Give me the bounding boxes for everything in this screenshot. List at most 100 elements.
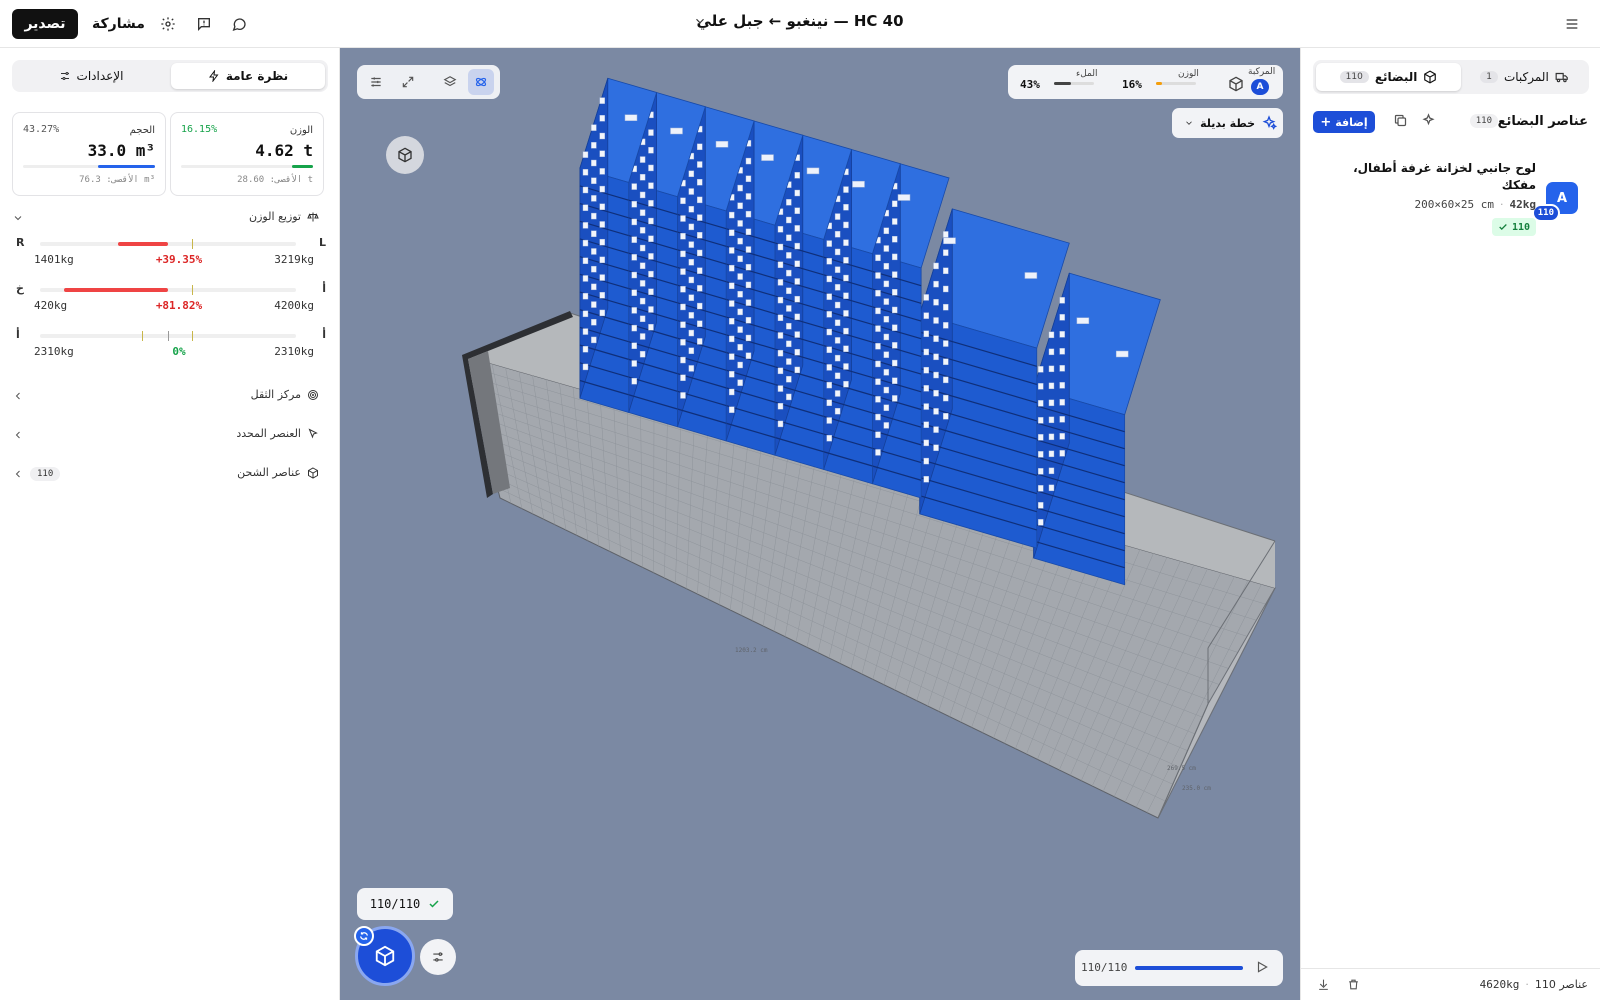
- feedback-icon[interactable]: [194, 14, 214, 34]
- export-button[interactable]: تصدير: [12, 9, 78, 39]
- cargo-label: [933, 371, 939, 379]
- playback-bar: 110/110: [1075, 950, 1283, 986]
- download-icon[interactable]: [1317, 978, 1330, 991]
- chevron-down-icon[interactable]: [12, 212, 24, 224]
- cargo-label: [737, 308, 743, 316]
- share-button[interactable]: مشاركة: [92, 9, 145, 39]
- tab-cargo[interactable]: 110 البضائع: [1316, 63, 1461, 91]
- cargo-label: [582, 204, 589, 211]
- weight-percent: 16.15%: [181, 124, 218, 135]
- weight-distribution-header[interactable]: توزيع الوزن: [249, 210, 319, 223]
- cargo-label: [843, 380, 849, 388]
- cargo-label: [875, 360, 881, 368]
- cargo-label: [826, 240, 832, 247]
- cargo-label: [737, 361, 743, 369]
- weight-label: الوزن: [1178, 69, 1199, 79]
- add-cargo-button[interactable]: + إضافة: [1313, 111, 1375, 133]
- cargo-label: [826, 381, 832, 389]
- chevron-left-icon[interactable]: [12, 429, 24, 441]
- cargo-label: [794, 278, 800, 285]
- container-scene[interactable]: 1203.2 cm 269.5 cm 235.0 cm: [340, 48, 1300, 1000]
- cargo-top-label: [670, 127, 683, 135]
- cargo-label: [648, 235, 654, 242]
- cargo-top-label: [1076, 317, 1090, 324]
- shipment-items-header[interactable]: عناصر الشحن: [237, 466, 319, 479]
- selected-item-header[interactable]: العنصر المحدد: [236, 427, 319, 440]
- cargo-list-item[interactable]: A 110 لوح جانبي لخزانة غرفة أطفال، مفكك …: [1313, 148, 1588, 248]
- cargo-label: [648, 164, 654, 172]
- cargo-label: [697, 161, 703, 168]
- cargo-weight: 42kg: [1509, 198, 1537, 211]
- cargo-label: [883, 316, 890, 323]
- cargo-label: [875, 378, 881, 385]
- refresh-icon[interactable]: [354, 926, 374, 946]
- cargo-label: [777, 349, 784, 357]
- alternative-plan-button[interactable]: خطة بديلة: [1172, 108, 1283, 138]
- cargo-label: [777, 385, 784, 392]
- right-tabs: 1 المركبات 110 البضائع: [1313, 60, 1589, 94]
- cargo-label: [1038, 502, 1044, 509]
- cargo-label: [923, 385, 929, 392]
- volume-percent: 43.27%: [23, 124, 60, 135]
- page-title[interactable]: نينغبو ← جبل علي — HC 40: [696, 12, 903, 30]
- cargo-label: [680, 356, 686, 364]
- cargo-label: [697, 320, 703, 327]
- cargo-label: [1059, 297, 1065, 304]
- 3d-viewport[interactable]: 1203.2 cm 269.5 cm 235.0 cm 43% الملء 16…: [340, 48, 1300, 1000]
- sparkles-icon[interactable]: [1421, 113, 1436, 128]
- cargo-label: [943, 394, 949, 402]
- cargo-label: [883, 369, 890, 376]
- comment-icon[interactable]: [229, 14, 249, 34]
- gear-icon[interactable]: [158, 14, 178, 34]
- chevron-left-icon[interactable]: [12, 468, 24, 480]
- cargo-label: [729, 282, 735, 290]
- layers-icon[interactable]: [437, 69, 463, 95]
- cargo-label: [688, 170, 695, 178]
- cargo-label: [883, 386, 890, 394]
- cargo-label: [582, 222, 589, 229]
- cargo-label: [1059, 365, 1065, 372]
- cargo-label: [639, 227, 646, 234]
- tab-settings[interactable]: الإعدادات: [15, 63, 167, 89]
- separator: ·: [1525, 978, 1529, 991]
- cargo-label: [875, 254, 881, 262]
- cargo-label: [1038, 485, 1044, 492]
- trash-icon[interactable]: [1347, 978, 1360, 991]
- vehicle-badge[interactable]: A: [1251, 79, 1269, 95]
- cargo-label: [745, 281, 752, 289]
- tab-overview[interactable]: نظرة عامة: [171, 63, 325, 89]
- cargo-label: [737, 379, 743, 386]
- orbit-icon[interactable]: [468, 69, 494, 95]
- chevron-left-icon[interactable]: [12, 390, 24, 402]
- filters-icon[interactable]: [363, 69, 389, 95]
- pack-settings-button[interactable]: [420, 939, 456, 975]
- plus-icon: +: [1320, 114, 1332, 130]
- chevron-down-icon[interactable]: [693, 14, 707, 28]
- cargo-label: [631, 183, 637, 190]
- cargo-label: [599, 274, 605, 281]
- view-cube-button[interactable]: [386, 136, 424, 174]
- cargo-label: [834, 407, 841, 415]
- duplicate-icon[interactable]: [1393, 113, 1408, 128]
- center-of-gravity-header[interactable]: مركز الثقل: [251, 388, 319, 401]
- playback-slider[interactable]: [1135, 966, 1243, 970]
- cargo-label: [1059, 450, 1065, 457]
- cargo-label: [883, 333, 890, 341]
- cargo-label: [794, 207, 800, 214]
- play-icon[interactable]: [1255, 960, 1269, 974]
- cargo-label: [599, 309, 605, 317]
- cargo-count: 110: [1339, 71, 1369, 83]
- cargo-label: [631, 254, 637, 261]
- expand-icon[interactable]: [395, 69, 421, 95]
- check-icon: [429, 900, 439, 908]
- cargo-label: [680, 197, 686, 205]
- cargo-label: [737, 255, 743, 263]
- shipment-items-count: 110: [30, 467, 61, 481]
- cargo-label: [923, 403, 929, 410]
- cargo-label: [688, 347, 695, 354]
- viewport-toolbar: [357, 65, 500, 99]
- cargo-label: [639, 297, 646, 305]
- tab-vehicles[interactable]: 1 المركبات: [1463, 63, 1586, 91]
- cargo-label: [631, 342, 637, 349]
- menu-icon[interactable]: [1562, 14, 1582, 34]
